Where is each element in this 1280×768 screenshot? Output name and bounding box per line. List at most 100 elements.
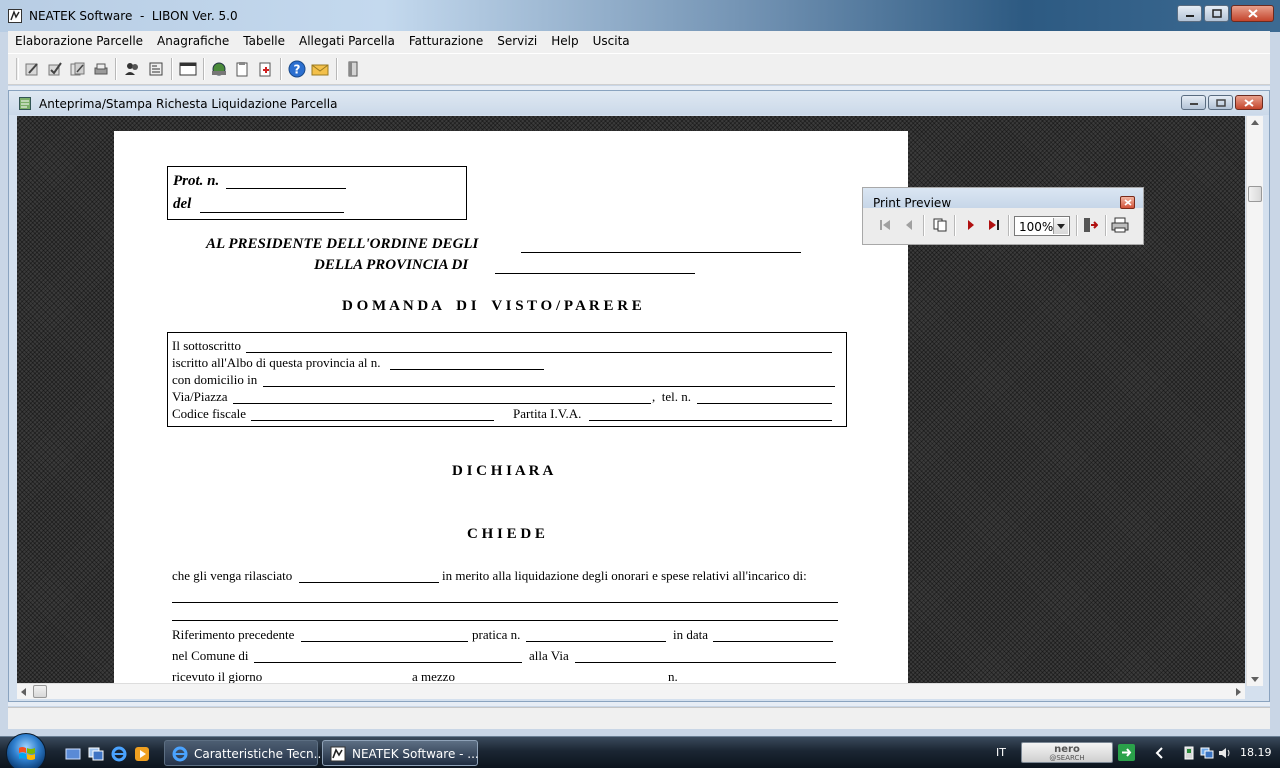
maximize-button[interactable] bbox=[1204, 5, 1229, 22]
media-player-icon[interactable] bbox=[134, 746, 150, 762]
tel-line bbox=[697, 403, 832, 404]
label-pratica: pratica n. bbox=[472, 627, 521, 642]
toolbar-separator bbox=[954, 215, 956, 236]
clipboard-icon bbox=[236, 62, 248, 77]
zoom-value: 100% bbox=[1019, 220, 1054, 234]
child-maximize-button[interactable] bbox=[1208, 95, 1233, 110]
window-button[interactable] bbox=[178, 58, 198, 80]
window-title: NEATEK Software - LIBON Ver. 5.0 bbox=[29, 9, 238, 23]
clipboard-button[interactable] bbox=[232, 58, 252, 80]
next-page-button[interactable] bbox=[961, 215, 981, 235]
menu-fatturazione[interactable]: Fatturazione bbox=[402, 31, 490, 53]
internet-explorer-icon[interactable] bbox=[111, 746, 127, 762]
last-page-button[interactable] bbox=[984, 215, 1004, 235]
users-button[interactable] bbox=[122, 58, 142, 80]
child-window-title: Anteprima/Stampa Richesta Liquidazione P… bbox=[39, 97, 338, 111]
codice-fiscale-line bbox=[251, 420, 494, 421]
check-edit-icon bbox=[48, 62, 62, 76]
start-button[interactable] bbox=[6, 733, 46, 768]
toolbar-grip[interactable] bbox=[16, 58, 19, 80]
child-title-bar: Anteprima/Stampa Richesta Liquidazione P… bbox=[9, 91, 1269, 115]
label-domicilio: con domicilio in bbox=[172, 372, 258, 387]
taskbar-button-neatek[interactable]: NEATEK Software - ... bbox=[322, 740, 479, 766]
scroll-left-arrow[interactable] bbox=[21, 688, 26, 696]
horizontal-scrollbar[interactable] bbox=[17, 683, 1245, 699]
calculator-button[interactable] bbox=[146, 58, 166, 80]
taskbar-button-browser[interactable]: Caratteristiche Tecn... bbox=[164, 740, 325, 766]
app-icon bbox=[330, 746, 346, 762]
previous-page-icon bbox=[906, 220, 912, 230]
help-button[interactable]: ? bbox=[287, 58, 307, 80]
menu-servizi[interactable]: Servizi bbox=[490, 31, 544, 53]
incarico-line-2 bbox=[172, 620, 838, 621]
show-desktop-icon[interactable] bbox=[65, 746, 81, 762]
multiple-pages-button[interactable] bbox=[930, 215, 950, 235]
vertical-scrollbar[interactable] bbox=[1246, 116, 1263, 686]
clock[interactable]: 18.19 bbox=[1240, 746, 1272, 759]
ie-icon bbox=[172, 746, 188, 762]
envelope-button[interactable] bbox=[310, 58, 330, 80]
horizontal-scroll-thumb[interactable] bbox=[33, 685, 47, 698]
switch-windows-icon[interactable] bbox=[88, 746, 104, 762]
child-minimize-button[interactable] bbox=[1181, 95, 1206, 110]
close-preview-button[interactable] bbox=[1080, 215, 1100, 235]
close-button[interactable] bbox=[1231, 5, 1274, 22]
via-line bbox=[233, 403, 651, 404]
label-n: n. bbox=[668, 669, 678, 683]
menu-allegati-parcella[interactable]: Allegati Parcella bbox=[292, 31, 402, 53]
minimize-icon bbox=[1185, 14, 1194, 17]
edit-button[interactable] bbox=[22, 58, 42, 80]
print-preview-close-button[interactable] bbox=[1120, 196, 1135, 209]
document-remove-button[interactable] bbox=[255, 58, 275, 80]
prot-date-line bbox=[200, 212, 344, 213]
exit-button[interactable] bbox=[343, 58, 363, 80]
print-preview-title: Print Preview bbox=[873, 196, 952, 210]
zoom-dropdown-button[interactable] bbox=[1053, 218, 1068, 234]
safely-remove-hardware-icon[interactable] bbox=[1182, 746, 1196, 760]
zoom-select[interactable]: 100% bbox=[1014, 216, 1070, 236]
search-go-button[interactable] bbox=[1118, 744, 1135, 761]
print-preview-title-bar[interactable]: Print Preview bbox=[863, 188, 1143, 210]
check-edit-button[interactable] bbox=[45, 58, 65, 80]
money-button[interactable] bbox=[209, 58, 229, 80]
print-button[interactable] bbox=[1110, 215, 1130, 235]
menu-help[interactable]: Help bbox=[544, 31, 585, 53]
maximize-icon bbox=[1215, 98, 1226, 107]
scroll-down-arrow[interactable] bbox=[1251, 677, 1259, 682]
money-icon bbox=[212, 62, 226, 76]
iscritto-line bbox=[390, 369, 544, 370]
child-close-button[interactable] bbox=[1235, 95, 1263, 110]
envelope-icon bbox=[311, 64, 329, 76]
batch-edit-button[interactable] bbox=[68, 58, 88, 80]
minimize-icon bbox=[1189, 103, 1198, 105]
minimize-button[interactable] bbox=[1177, 5, 1202, 22]
in-data-line bbox=[713, 641, 833, 642]
printer-stack-button[interactable] bbox=[91, 58, 111, 80]
toolbar-separator bbox=[1008, 215, 1010, 236]
addressee-line1: AL PRESIDENTE DELL'ORDINE DEGLI bbox=[206, 236, 479, 252]
menu-elaborazione-parcelle[interactable]: Elaborazione Parcelle bbox=[8, 31, 150, 53]
vertical-scroll-thumb[interactable] bbox=[1248, 186, 1262, 202]
chevron-left-icon[interactable] bbox=[1153, 746, 1167, 760]
scroll-right-arrow[interactable] bbox=[1236, 688, 1241, 696]
language-indicator[interactable]: IT bbox=[996, 746, 1006, 759]
label-tel: , tel. n. bbox=[652, 389, 691, 404]
addressee-line2: DELLA PROVINCIA DI bbox=[314, 257, 469, 273]
scroll-up-arrow[interactable] bbox=[1251, 120, 1259, 125]
applicant-box bbox=[167, 332, 847, 427]
restore-icon bbox=[1211, 9, 1222, 18]
volume-icon[interactable] bbox=[1218, 746, 1232, 760]
pratica-line bbox=[526, 641, 666, 642]
menu-tabelle[interactable]: Tabelle bbox=[236, 31, 292, 53]
menu-anagrafiche[interactable]: Anagrafiche bbox=[150, 31, 236, 53]
riferimento-line bbox=[301, 641, 468, 642]
label-alla-via: alla Via bbox=[529, 648, 569, 663]
menu-uscita[interactable]: Uscita bbox=[586, 31, 637, 53]
network-icon[interactable] bbox=[1200, 746, 1214, 760]
toolbar-separator bbox=[1105, 215, 1107, 236]
previous-page-button[interactable] bbox=[899, 215, 919, 235]
nero-search-box[interactable]: nero @SEARCH bbox=[1021, 742, 1113, 763]
toolbar-separator bbox=[923, 215, 925, 236]
ordine-line bbox=[521, 252, 801, 253]
first-page-button[interactable] bbox=[875, 215, 895, 235]
